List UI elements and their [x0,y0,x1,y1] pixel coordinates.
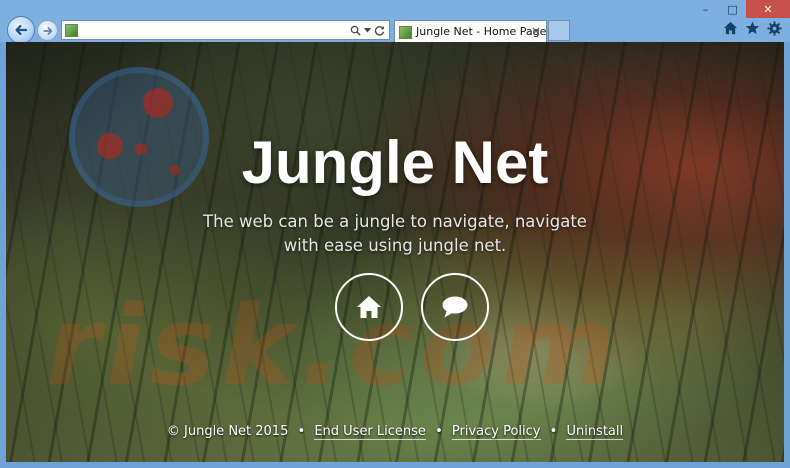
page-title: Jungle Net [241,129,549,196]
close-window-button[interactable]: ✕ [746,0,790,18]
address-bar [61,20,390,40]
footer-separator: • [549,424,558,439]
hero-section: Jungle Net The web can be a jungle to na… [6,42,784,462]
star-icon[interactable] [744,21,760,36]
url-input[interactable] [82,22,352,38]
page-viewport: risk.com Jungle Net The web can be a jun… [6,42,784,462]
page-tagline: The web can be a jungle to navigate, nav… [203,212,587,255]
footer-link-privacy[interactable]: Privacy Policy [451,424,541,440]
site-favicon [65,24,78,37]
maximize-button[interactable]: □ [719,0,746,18]
magnifier-icon[interactable] [350,25,361,36]
tab-title: Jungle Net - Home Page [416,25,547,38]
footer-link-uninstall[interactable]: Uninstall [566,424,624,440]
forward-button[interactable] [37,20,58,41]
window-bottom-border [0,462,790,468]
browser-toolbar [722,21,782,36]
footer-copyright: © Jungle Net 2015 [166,424,289,439]
home-icon[interactable] [722,21,738,36]
refresh-icon[interactable] [374,25,385,36]
speech-bubble-icon [442,296,468,318]
tab-jungle-net[interactable]: Jungle Net - Home Page × [394,20,547,42]
new-tab-button[interactable] [548,20,570,41]
tab-favicon [399,26,412,39]
chat-button[interactable] [421,273,489,341]
arrow-right-icon [42,26,52,35]
footer-separator: • [435,424,443,439]
back-button[interactable] [7,16,35,44]
home-icon [357,296,381,318]
window-controls: – □ ✕ [692,0,790,18]
browser-chrome: – □ ✕ Jungle Net - Home Page × [0,0,790,44]
page-footer: © Jungle Net 2015 • End User License • P… [6,424,784,440]
address-bar-tools [350,22,385,38]
arrow-left-icon [15,24,28,36]
gear-icon[interactable] [766,21,782,36]
tab-close-button[interactable]: × [531,24,541,38]
home-button[interactable] [335,273,403,341]
footer-link-eula[interactable]: End User License [314,424,426,440]
minimize-button[interactable]: – [692,0,719,18]
footer-separator: • [297,424,306,439]
chevron-down-icon[interactable] [364,27,371,33]
